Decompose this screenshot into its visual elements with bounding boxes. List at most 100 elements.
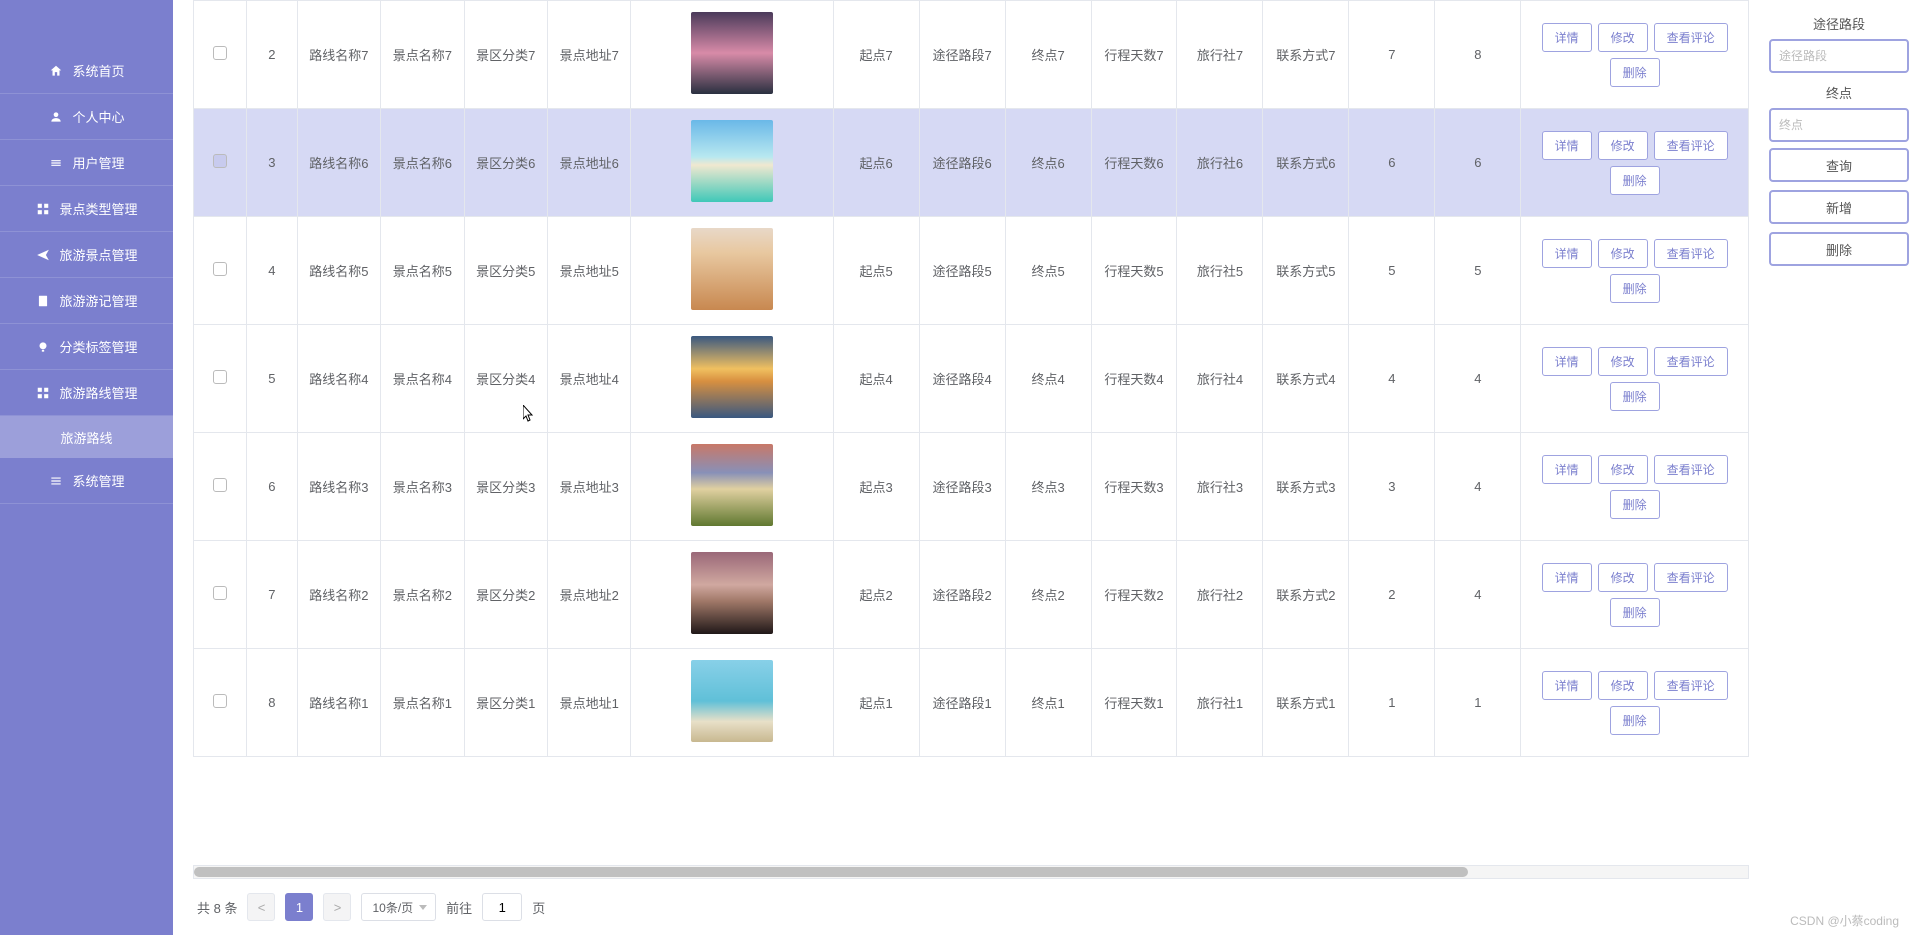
row-checkbox[interactable]	[213, 478, 227, 492]
thumbnail-image[interactable]	[691, 228, 773, 310]
cell-contact: 联系方式4	[1263, 325, 1349, 433]
cell-n2: 4	[1435, 325, 1521, 433]
row-checkbox[interactable]	[213, 46, 227, 60]
detail-button[interactable]: 详情	[1542, 131, 1592, 160]
table-row: 3路线名称6景点名称6景区分类6景点地址6起点6途径路段6终点6行程天数6旅行社…	[194, 109, 1749, 217]
sidebar-item-6[interactable]: 分类标签管理	[0, 324, 173, 370]
route-icon	[35, 385, 51, 401]
page-1-button[interactable]: 1	[285, 893, 313, 921]
sidebar-sub-item[interactable]: 旅游路线	[0, 416, 173, 458]
delete-button[interactable]: 删除	[1769, 232, 1909, 266]
thumbnail-image[interactable]	[691, 120, 773, 202]
goto-suffix: 页	[532, 898, 545, 917]
row-index: 4	[247, 217, 298, 325]
sidebar-item-5[interactable]: 旅游游记管理	[0, 278, 173, 324]
cell-spot: 景点名称7	[381, 1, 464, 109]
comments-button[interactable]: 查看评论	[1654, 563, 1728, 592]
edit-button[interactable]: 修改	[1598, 239, 1648, 268]
doc-icon	[35, 293, 51, 309]
row-checkbox[interactable]	[213, 154, 227, 168]
row-delete-button[interactable]: 删除	[1610, 706, 1660, 735]
cell-start: 起点7	[833, 1, 919, 109]
sidebar-item-1[interactable]: 个人中心	[0, 94, 173, 140]
cell-route: 路线名称1	[297, 649, 380, 757]
row-index: 2	[247, 1, 298, 109]
prev-page-button[interactable]: <	[247, 893, 275, 921]
edit-button[interactable]: 修改	[1598, 23, 1648, 52]
comments-button[interactable]: 查看评论	[1654, 23, 1728, 52]
cell-n1: 1	[1349, 649, 1435, 757]
cell-spot: 景点名称6	[381, 109, 464, 217]
segment-label: 途径路段	[1769, 14, 1909, 33]
sidebar-item-label: 旅游景点管理	[59, 245, 137, 264]
cell-spot: 景点名称3	[381, 433, 464, 541]
next-page-button[interactable]: >	[323, 893, 351, 921]
end-input[interactable]	[1769, 108, 1909, 142]
thumbnail-image[interactable]	[691, 336, 773, 418]
cell-start: 起点4	[833, 325, 919, 433]
cell-end: 终点3	[1005, 433, 1091, 541]
cell-n1: 7	[1349, 1, 1435, 109]
sidebar-item-8[interactable]: 系统管理	[0, 458, 173, 504]
row-delete-button[interactable]: 删除	[1610, 58, 1660, 87]
table-row: 4路线名称5景点名称5景区分类5景点地址5起点5途径路段5终点5行程天数5旅行社…	[194, 217, 1749, 325]
detail-button[interactable]: 详情	[1542, 455, 1592, 484]
cell-start: 起点3	[833, 433, 919, 541]
horizontal-scrollbar[interactable]	[193, 865, 1749, 879]
cell-end: 终点7	[1005, 1, 1091, 109]
row-delete-button[interactable]: 删除	[1610, 166, 1660, 195]
detail-button[interactable]: 详情	[1542, 563, 1592, 592]
comments-button[interactable]: 查看评论	[1654, 239, 1728, 268]
comments-button[interactable]: 查看评论	[1654, 347, 1728, 376]
row-delete-button[interactable]: 删除	[1610, 382, 1660, 411]
cell-route: 路线名称3	[297, 433, 380, 541]
row-checkbox[interactable]	[213, 694, 227, 708]
cell-spot: 景点名称5	[381, 217, 464, 325]
cell-category: 景区分类3	[464, 433, 547, 541]
table-row: 8路线名称1景点名称1景区分类1景点地址1起点1途径路段1终点1行程天数1旅行社…	[194, 649, 1749, 757]
edit-button[interactable]: 修改	[1598, 455, 1648, 484]
edit-button[interactable]: 修改	[1598, 347, 1648, 376]
detail-button[interactable]: 详情	[1542, 23, 1592, 52]
edit-button[interactable]: 修改	[1598, 563, 1648, 592]
thumbnail-image[interactable]	[691, 12, 773, 94]
add-button[interactable]: 新增	[1769, 190, 1909, 224]
routes-table: 2路线名称7景点名称7景区分类7景点地址7起点7途径路段7终点7行程天数7旅行社…	[193, 0, 1749, 757]
row-index: 8	[247, 649, 298, 757]
sidebar-item-0[interactable]: 系统首页	[0, 48, 173, 94]
cell-days: 行程天数2	[1091, 541, 1177, 649]
sidebar-item-label: 旅游游记管理	[59, 291, 137, 310]
row-delete-button[interactable]: 删除	[1610, 490, 1660, 519]
cell-agency: 旅行社5	[1177, 217, 1263, 325]
thumbnail-image[interactable]	[691, 444, 773, 526]
thumbnail-image[interactable]	[691, 552, 773, 634]
comments-button[interactable]: 查看评论	[1654, 671, 1728, 700]
cell-contact: 联系方式3	[1263, 433, 1349, 541]
goto-page-input[interactable]	[482, 893, 522, 921]
detail-button[interactable]: 详情	[1542, 239, 1592, 268]
row-delete-button[interactable]: 删除	[1610, 598, 1660, 627]
segment-input[interactable]	[1769, 39, 1909, 73]
edit-button[interactable]: 修改	[1598, 131, 1648, 160]
page-size-select[interactable]: 10条/页	[361, 893, 436, 921]
cell-category: 景区分类6	[464, 109, 547, 217]
detail-button[interactable]: 详情	[1542, 671, 1592, 700]
edit-button[interactable]: 修改	[1598, 671, 1648, 700]
row-checkbox[interactable]	[213, 370, 227, 384]
comments-button[interactable]: 查看评论	[1654, 131, 1728, 160]
detail-button[interactable]: 详情	[1542, 347, 1592, 376]
table-scroll[interactable]: 2路线名称7景点名称7景区分类7景点地址7起点7途径路段7终点7行程天数7旅行社…	[193, 0, 1749, 863]
thumbnail-image[interactable]	[691, 660, 773, 742]
row-checkbox[interactable]	[213, 262, 227, 276]
sidebar-item-7[interactable]: 旅游路线管理	[0, 370, 173, 416]
table-row: 6路线名称3景点名称3景区分类3景点地址3起点3途径路段3终点3行程天数3旅行社…	[194, 433, 1749, 541]
sidebar-item-4[interactable]: 旅游景点管理	[0, 232, 173, 278]
cell-end: 终点1	[1005, 649, 1091, 757]
sidebar-item-2[interactable]: 用户管理	[0, 140, 173, 186]
row-delete-button[interactable]: 删除	[1610, 274, 1660, 303]
grid-icon	[35, 201, 51, 217]
query-button[interactable]: 查询	[1769, 148, 1909, 182]
comments-button[interactable]: 查看评论	[1654, 455, 1728, 484]
row-checkbox[interactable]	[213, 586, 227, 600]
sidebar-item-3[interactable]: 景点类型管理	[0, 186, 173, 232]
